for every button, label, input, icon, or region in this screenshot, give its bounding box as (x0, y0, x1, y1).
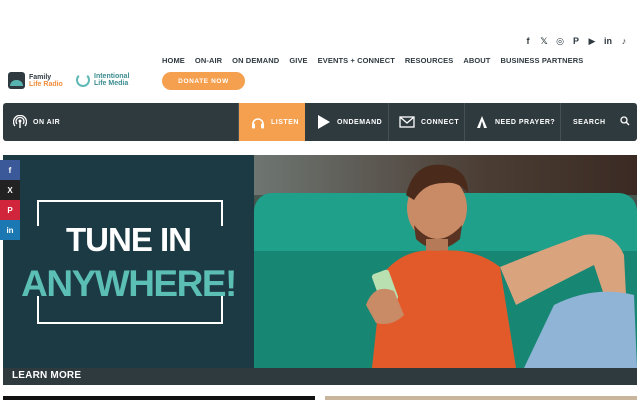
play-icon (317, 115, 331, 129)
menu-item-on-demand[interactable]: ON DEMAND (232, 56, 279, 65)
pinterest-icon[interactable]: P (568, 34, 584, 48)
share-pinterest-icon[interactable]: P (0, 200, 20, 220)
logo2-text-line2: Life Media (94, 80, 129, 87)
menu-item-home[interactable]: HOME (162, 56, 185, 65)
hero-frame (35, 200, 229, 324)
menu-item-about[interactable]: ABOUT (463, 56, 490, 65)
x-twitter-icon[interactable]: 𝕏 (536, 34, 552, 48)
intentional-life-media-logo[interactable]: Intentional Life Media (76, 73, 129, 87)
donate-button[interactable]: DONATE NOW (162, 72, 245, 90)
share-x-icon[interactable]: X (0, 180, 20, 200)
nav-connect[interactable]: CONNECT (389, 103, 465, 141)
intentional-life-media-logo-icon (76, 73, 90, 87)
menu-item-give[interactable]: GIVE (289, 56, 307, 65)
nav-search[interactable]: SEARCH (561, 103, 637, 141)
family-life-radio-logo-icon (8, 72, 25, 89)
instagram-icon[interactable]: ◎ (552, 34, 568, 48)
nav-search-label: SEARCH (573, 118, 606, 126)
content-card-left-edge (3, 396, 315, 400)
envelope-icon (399, 116, 415, 128)
linkedin-icon[interactable]: in (600, 34, 616, 48)
menu-item-events-connect[interactable]: EVENTS + CONNECT (318, 56, 395, 65)
youtube-icon[interactable]: ▶ (584, 34, 600, 48)
menu-item-on-air[interactable]: ON-AIR (195, 56, 222, 65)
social-links: f 𝕏 ◎ P ▶ in ♪ (520, 34, 632, 48)
broadcast-icon (13, 115, 27, 129)
logo-text-line1: Family (29, 73, 52, 81)
learn-more-link[interactable]: LEARN MORE (12, 370, 81, 381)
tiktok-icon[interactable]: ♪ (616, 34, 632, 48)
menu-item-resources[interactable]: RESOURCES (405, 56, 453, 65)
hero-caption-bar: LEARN MORE (3, 368, 637, 385)
content-card-right-edge (325, 396, 637, 400)
share-linkedin-icon[interactable]: in (0, 220, 20, 240)
nav-ondemand[interactable]: ONDEMAND (305, 103, 389, 141)
share-facebook-icon[interactable]: f (0, 160, 20, 180)
nav-listen-label: LISTEN (271, 118, 299, 126)
nav-on-air-label: ON AIR (33, 118, 61, 126)
nav-connect-label: CONNECT (421, 118, 460, 126)
nav-listen[interactable]: LISTEN (239, 103, 305, 141)
menu-item-business-partners[interactable]: BUSINESS PARTNERS (501, 56, 584, 65)
facebook-icon[interactable]: f (520, 34, 536, 48)
nav-need-prayer-label: NEED PRAYER? (495, 118, 556, 126)
station-nav-bar: ON AIR LISTEN ONDEMAND CONNECT NEED PRAY… (3, 103, 637, 141)
hero-photo (254, 155, 637, 368)
share-sidebar: f X P in (0, 160, 20, 240)
hero-banner[interactable]: TUNE IN ANYWHERE! LEARN MORE (3, 155, 637, 385)
nav-on-air[interactable]: ON AIR (3, 103, 239, 141)
family-life-radio-logo[interactable]: Family Life Radio (8, 72, 63, 89)
nav-ondemand-label: ONDEMAND (337, 118, 383, 126)
praying-hands-icon (475, 115, 489, 129)
logo2-text-line1: Intentional (94, 73, 130, 80)
hero-text-panel: TUNE IN ANYWHERE! (3, 155, 254, 368)
hero-headline-line1: TUNE IN (66, 221, 192, 258)
main-menu: HOME ON-AIR ON DEMAND GIVE EVENTS + CONN… (162, 56, 583, 65)
search-icon (619, 116, 630, 128)
headphones-icon (251, 116, 265, 129)
page: f 𝕏 ◎ P ▶ in ♪ HOME ON-AIR ON DEMAND GIV… (0, 0, 640, 400)
logo-text-line2: Life Radio (29, 80, 63, 88)
man-with-phone-illustration (366, 164, 637, 368)
nav-need-prayer[interactable]: NEED PRAYER? (465, 103, 561, 141)
hero-headline-line2: ANYWHERE! (21, 263, 237, 304)
